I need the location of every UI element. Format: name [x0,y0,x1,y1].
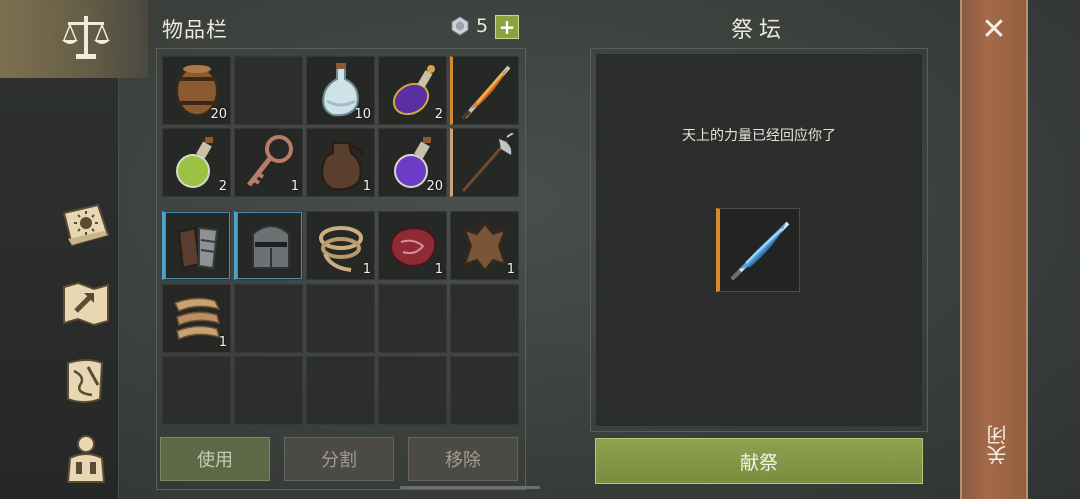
gem-icon [451,16,469,36]
inventory-slot-barrel[interactable]: 20 [162,56,231,125]
helmet-icon [252,225,290,269]
inventory-slot-helmet[interactable] [234,211,303,280]
use-button[interactable]: 使用 [160,437,270,481]
flame-sword-icon [461,65,511,120]
halberd-icon [461,133,514,192]
scroll-indicator [400,486,540,489]
inventory-slot-leather-flask[interactable]: 1 [306,128,375,197]
inventory-slot-empty[interactable] [306,284,375,353]
close-icon[interactable]: ✕ [980,15,1008,45]
offer-button[interactable]: 献祭 [595,438,923,484]
inventory-slot-empty[interactable] [162,356,231,425]
item-count: 1 [506,262,515,277]
inventory-slot-empty[interactable] [234,56,303,125]
item-count: 2 [434,107,443,122]
altar-offering-slot[interactable] [716,208,800,292]
map-icon[interactable] [56,275,116,331]
add-gems-button[interactable]: + [495,15,519,39]
item-count: 10 [354,107,371,122]
inventory-slot-empty[interactable] [234,284,303,353]
inventory-slot-purple-potion[interactable]: 2 [378,56,447,125]
item-count: 1 [218,335,227,350]
altar-title: 祭坛 [731,18,788,43]
sidebar [0,0,150,499]
inventory-slot-rope[interactable]: 1 [306,211,375,280]
quest-scroll-icon[interactable] [56,353,116,409]
inventory-slot-key[interactable]: 1 [234,128,303,197]
inventory-slot-empty[interactable] [450,356,519,425]
inventory-slot-flame-sword[interactable] [450,56,519,125]
inventory-slot-green-potion[interactable]: 2 [162,128,231,197]
inventory-slot-empty[interactable] [306,356,375,425]
item-count: 1 [362,262,371,277]
item-count: 2 [218,179,227,194]
gem-count: 5 [476,15,489,37]
character-icon[interactable] [56,430,116,486]
inventory-slot-empty[interactable] [378,284,447,353]
inventory-slot-gauntlets[interactable] [162,211,231,280]
inventory-slot-hide[interactable]: 1 [450,211,519,280]
item-count: 1 [362,179,371,194]
close-label[interactable]: 关闭 [983,425,1010,465]
item-count: 1 [290,179,299,194]
inventory-slot-violet-potion[interactable]: 20 [378,128,447,197]
balance-scale-icon[interactable] [56,10,116,66]
inventory-slot-empty[interactable] [378,356,447,425]
altar-message: 天上的力量已经回应你了 [682,128,836,144]
gauntlets-icon [177,226,219,270]
ice-sword-icon [730,221,790,281]
inventory-slot-empty[interactable] [450,284,519,353]
inventory-title: 物品栏 [162,18,228,42]
inventory-slot-water-flask[interactable]: 10 [306,56,375,125]
inventory-slot-meat[interactable]: 1 [378,211,447,280]
inventory-slot-cloth[interactable]: 1 [162,284,231,353]
inventory-slot-empty[interactable] [234,356,303,425]
remove-button[interactable]: 移除 [408,437,518,481]
split-button[interactable]: 分割 [284,437,394,481]
item-count: 1 [434,262,443,277]
item-count: 20 [210,107,227,122]
inventory-slot-halberd[interactable] [450,128,519,197]
sun-book-icon[interactable] [56,197,116,253]
item-count: 20 [426,179,443,194]
